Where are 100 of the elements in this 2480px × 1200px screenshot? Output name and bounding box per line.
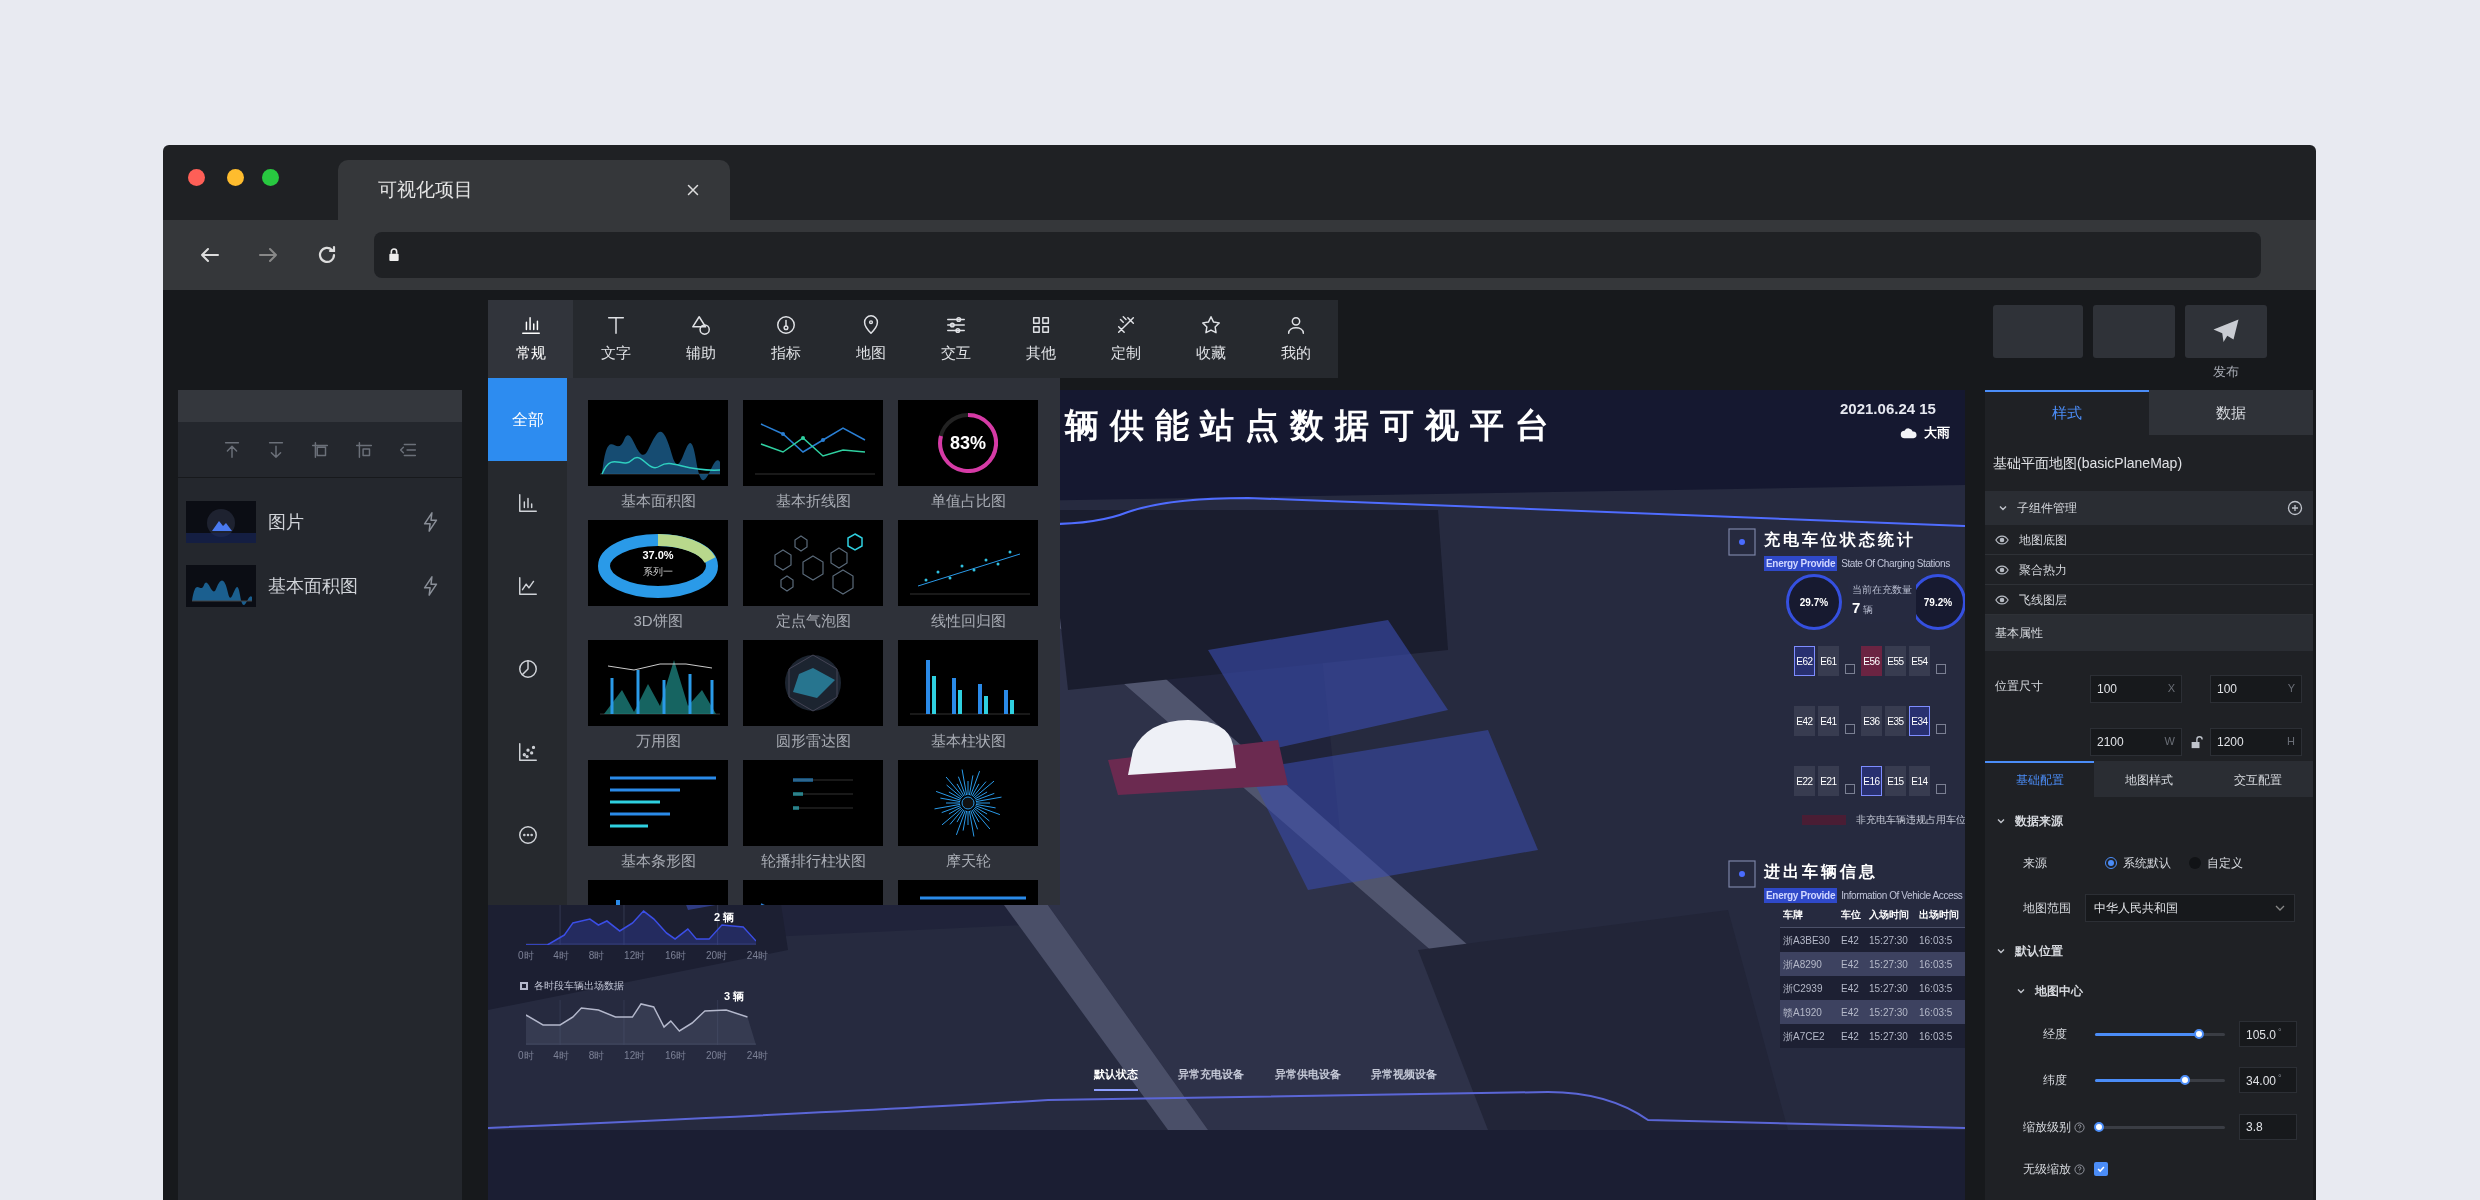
slot-marker bbox=[1936, 784, 1946, 794]
table-cell-text: 16:03:5 bbox=[1919, 957, 1954, 972]
subcomponent-name: 地图底图 bbox=[2019, 531, 2067, 549]
axis-tick-label: 12时 bbox=[624, 949, 646, 963]
component-item[interactable]: 线性回归图 bbox=[898, 520, 1038, 640]
dropdown[interactable]: 中华人民共和国 bbox=[2085, 894, 2295, 922]
layer-item[interactable]: 图片 bbox=[178, 490, 462, 554]
number-field[interactable]: 100 X bbox=[2090, 674, 2182, 703]
add-icon[interactable] bbox=[2287, 500, 2303, 516]
inspector-tab[interactable]: 数据 bbox=[2149, 390, 2313, 435]
subcomponent-item[interactable]: 地图底图 bbox=[1985, 525, 2313, 555]
axis-tick-label: 20时 bbox=[705, 1049, 728, 1063]
axis-tick-label: 24时 bbox=[746, 1049, 768, 1063]
category-tab[interactable]: 常规 bbox=[488, 300, 573, 378]
browser-tab[interactable]: 可视化项目 bbox=[338, 160, 730, 220]
subcomponent-item[interactable]: 聚合热力 bbox=[1985, 555, 2313, 585]
eye-icon[interactable] bbox=[1995, 562, 2009, 577]
parking-slot: E41 bbox=[1818, 706, 1839, 736]
component-label: 基本面积图 bbox=[620, 491, 696, 511]
unlock-icon[interactable] bbox=[2189, 734, 2203, 749]
parking-slot: E56 bbox=[1861, 646, 1882, 676]
component-item[interactable]: 摩天轮 bbox=[898, 760, 1038, 880]
component-item[interactable]: 定点气泡图 bbox=[743, 520, 883, 640]
number-field[interactable]: 105.0 ° bbox=[2239, 1021, 2297, 1047]
category-tab[interactable]: 文字 bbox=[573, 300, 658, 378]
parking-slot: E55 bbox=[1885, 646, 1906, 676]
component-item[interactable]: 轮播排行柱状图 bbox=[743, 760, 883, 880]
table-cell-text: 赣A1920 bbox=[1783, 1005, 1823, 1020]
section-title: 充电车位状态统计 bbox=[1764, 530, 1917, 550]
component-item[interactable]: 基本折线图 bbox=[743, 400, 883, 520]
category-tab[interactable]: 定制 bbox=[1083, 300, 1168, 378]
mode-tab[interactable]: 异常充电设备 bbox=[1178, 1066, 1244, 1091]
slider[interactable] bbox=[2095, 1121, 2225, 1133]
column-header: 车位 bbox=[1841, 908, 1862, 922]
component-label: 定点气泡图 bbox=[775, 611, 851, 631]
radio-option[interactable]: 自定义 bbox=[2189, 854, 2243, 872]
number-field[interactable]: 100 Y bbox=[2210, 674, 2302, 703]
parking-slot: E34 bbox=[1909, 706, 1930, 736]
close-window-button[interactable] bbox=[188, 169, 205, 186]
category-tab[interactable]: 辅助 bbox=[658, 300, 743, 378]
field-label: 来源 bbox=[2023, 855, 2048, 872]
category-tab[interactable]: 指标 bbox=[743, 300, 828, 378]
minimize-window-button[interactable] bbox=[227, 169, 244, 186]
tab-title: 可视化项目 bbox=[378, 177, 473, 202]
component-item[interactable]: 基本柱状图 bbox=[898, 640, 1038, 760]
count-label: 当前在充数量 bbox=[1852, 583, 1912, 597]
component-item[interactable]: 83% 单值占比图 bbox=[898, 400, 1038, 520]
section-marker-icon bbox=[1728, 528, 1756, 556]
component-item[interactable]: 圆形雷达图 bbox=[743, 640, 883, 760]
column-header: 出场时间 bbox=[1919, 908, 1960, 922]
checkbox[interactable] bbox=[2094, 1162, 2108, 1176]
category-tab[interactable]: 其他 bbox=[998, 300, 1083, 378]
number-field[interactable]: 34.00 ° bbox=[2239, 1067, 2297, 1093]
category-tab[interactable]: 地图 bbox=[828, 300, 913, 378]
help-icon[interactable] bbox=[2074, 1121, 2085, 1133]
address-field[interactable] bbox=[374, 232, 2261, 278]
axis-tick-label: 4时 bbox=[553, 949, 569, 963]
component-label: 基本柱状图 bbox=[930, 731, 1006, 751]
table-cell-text: 16:03:5 bbox=[1919, 1029, 1954, 1044]
component-label: 摩天轮 bbox=[945, 851, 991, 871]
parking-slot: E62 bbox=[1794, 646, 1815, 676]
column-header: 入场时间 bbox=[1869, 908, 1910, 922]
component-item[interactable]: 基本条形图 bbox=[588, 760, 728, 880]
component-item[interactable]: 万用图 bbox=[588, 640, 728, 760]
category-tab[interactable]: 我的 bbox=[1253, 300, 1338, 378]
mode-tab[interactable]: 异常供电设备 bbox=[1275, 1066, 1341, 1091]
parking-slot: E21 bbox=[1818, 766, 1839, 796]
tag: Energy Provide bbox=[1764, 556, 1838, 571]
slider[interactable] bbox=[2095, 1028, 2225, 1040]
config-tab[interactable]: 地图样式 bbox=[2094, 761, 2203, 797]
slot-marker bbox=[1936, 724, 1946, 734]
number-field[interactable]: 3.8 bbox=[2239, 1114, 2297, 1140]
slider[interactable] bbox=[2095, 1074, 2225, 1086]
category-tab[interactable]: 交互 bbox=[913, 300, 998, 378]
table-cell-text: 浙A7CE2 bbox=[1783, 1029, 1826, 1044]
eye-icon[interactable] bbox=[1995, 532, 2009, 547]
eye-icon[interactable] bbox=[1995, 592, 2009, 607]
config-tab[interactable]: 基础配置 bbox=[1985, 761, 2094, 797]
group-title: 默认位置 bbox=[2015, 943, 2063, 960]
number-field[interactable]: 1200 H bbox=[2210, 727, 2302, 756]
component-label: 轮播排行柱状图 bbox=[760, 851, 866, 871]
subcomponent-name: 飞线图层 bbox=[2019, 591, 2067, 609]
publish-button[interactable] bbox=[2185, 305, 2267, 358]
component-title: 基础平面地图(basicPlaneMap) bbox=[1992, 453, 2184, 473]
category-tab[interactable]: 收藏 bbox=[1168, 300, 1253, 378]
config-tab[interactable]: 交互配置 bbox=[2203, 761, 2312, 797]
component-item[interactable]: 37.0% 系列一 3D饼图 bbox=[588, 520, 728, 640]
column-header: 车牌 bbox=[1783, 908, 1804, 922]
maximize-window-button[interactable] bbox=[262, 169, 279, 186]
radio-option[interactable]: 系统默认 bbox=[2105, 854, 2171, 872]
mode-tab[interactable]: 默认状态 bbox=[1094, 1066, 1138, 1091]
parking-slot: E36 bbox=[1861, 706, 1882, 736]
component-label: 单值占比图 bbox=[930, 491, 1006, 511]
component-item[interactable]: 基本面积图 bbox=[588, 400, 728, 520]
section-header[interactable]: 子组件管理 bbox=[1985, 491, 2313, 525]
number-field[interactable]: 2100 W bbox=[2090, 727, 2182, 756]
mode-tab[interactable]: 异常视频设备 bbox=[1371, 1066, 1437, 1091]
component-label: 线性回归图 bbox=[930, 611, 1006, 631]
help-icon[interactable] bbox=[2074, 1163, 2085, 1175]
layer-item[interactable]: 基本面积图 bbox=[178, 554, 462, 618]
